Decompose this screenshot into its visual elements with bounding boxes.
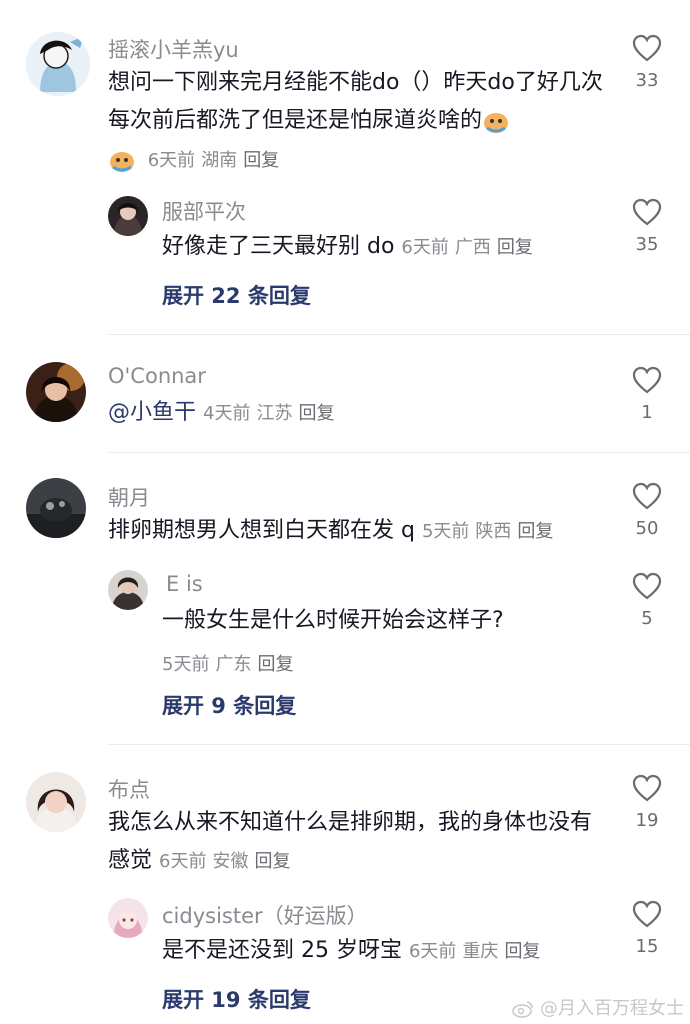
- comment-content: 好像走了三天最好别 do: [162, 234, 395, 259]
- like-button[interactable]: 15: [617, 900, 677, 957]
- timestamp: 6天前: [401, 237, 449, 258]
- like-button[interactable]: 19: [617, 774, 677, 831]
- username[interactable]: 朝月: [108, 482, 150, 512]
- like-button[interactable]: 1: [617, 366, 677, 423]
- reply-button[interactable]: 回复: [254, 851, 290, 872]
- comment-text: 想问一下刚来完月经能不能do（）昨天do了好几次每次前后都洗了但是还是怕尿道炎啥…: [108, 64, 608, 140]
- timestamp: 5天前: [162, 654, 210, 675]
- comment-content: 一般女生是什么时候开始会这样子?: [162, 608, 504, 633]
- location: 湖南: [201, 150, 238, 171]
- expand-replies-link[interactable]: 展开 19 条回复: [162, 984, 311, 1014]
- divider: [108, 452, 690, 453]
- comment-text: 我怎么从来不知道什么是排卵期，我的身体也没有感觉 6天前 安徽 回复: [108, 804, 608, 881]
- username[interactable]: 摇滚小羊羔yu: [108, 34, 239, 64]
- timestamp: 4天前: [203, 403, 251, 424]
- location: 重庆: [462, 941, 499, 962]
- username[interactable]: 服部平次: [162, 196, 246, 226]
- username[interactable]: 布点: [108, 774, 150, 804]
- timestamp: 6天前: [147, 150, 196, 171]
- username[interactable]: O'Connar: [108, 364, 206, 388]
- avatar[interactable]: [26, 32, 90, 96]
- like-button[interactable]: 35: [617, 198, 677, 255]
- reply-button[interactable]: 回复: [243, 150, 279, 171]
- comment-meta: 6天前 湖南 回复: [108, 146, 285, 173]
- comment-text: 排卵期想男人想到白天都在发 q 5天前 陕西 回复: [108, 512, 608, 551]
- comment-content: 排卵期想男人想到白天都在发 q: [108, 518, 415, 543]
- like-count: 33: [635, 70, 659, 91]
- heart-outline-icon: [632, 34, 662, 62]
- like-button[interactable]: 33: [617, 34, 677, 91]
- avatar[interactable]: [108, 570, 148, 610]
- timestamp: 5天前: [421, 521, 470, 542]
- heart-outline-icon: [632, 198, 662, 226]
- comment-content: 想问一下刚来完月经能不能do（）昨天do了好几次每次前后都洗了但是还是怕尿道炎啥…: [108, 70, 603, 133]
- avatar[interactable]: [108, 898, 148, 938]
- crying-emoji-icon: [482, 109, 510, 133]
- mention-link[interactable]: @小鱼干: [108, 400, 196, 425]
- location: 广东: [215, 654, 252, 675]
- timestamp: 6天前: [408, 941, 457, 962]
- location: 广西: [454, 237, 491, 258]
- reply-button[interactable]: 回复: [257, 654, 293, 675]
- divider: [108, 744, 690, 745]
- username[interactable]: E is: [166, 572, 203, 596]
- avatar[interactable]: [26, 478, 86, 538]
- timestamp: 6天前: [159, 851, 207, 872]
- reply-button[interactable]: 回复: [504, 941, 540, 962]
- heart-outline-icon: [632, 900, 662, 928]
- like-button[interactable]: 5: [617, 572, 677, 629]
- divider: [108, 334, 690, 335]
- expand-replies-link[interactable]: 展开 22 条回复: [162, 280, 311, 310]
- like-count: 15: [635, 936, 659, 957]
- heart-outline-icon: [632, 482, 662, 510]
- watermark-text: @月入百万程女士: [540, 998, 684, 1019]
- watermark: @月入百万程女士: [512, 994, 684, 1020]
- like-count: 35: [635, 234, 659, 255]
- avatar[interactable]: [26, 362, 86, 422]
- avatar[interactable]: [26, 772, 86, 832]
- comment-content: 是不是还没到 25 岁呀宝: [162, 938, 402, 963]
- expand-replies-link[interactable]: 展开 9 条回复: [162, 690, 296, 720]
- weibo-logo-icon: [512, 1001, 534, 1018]
- reply-button[interactable]: 回复: [298, 403, 334, 424]
- username[interactable]: cidysister（好运版）: [162, 900, 368, 930]
- comment-meta: 5天前 广东 回复: [162, 650, 299, 676]
- location: 陕西: [475, 521, 512, 542]
- reply-text: 是不是还没到 25 岁呀宝 6天前 重庆 回复: [162, 932, 602, 971]
- reply-button[interactable]: 回复: [517, 521, 553, 542]
- avatar[interactable]: [108, 196, 148, 236]
- heart-outline-icon: [632, 572, 662, 600]
- reply-text: 一般女生是什么时候开始会这样子?: [162, 602, 602, 640]
- reply-button[interactable]: 回复: [497, 237, 533, 258]
- like-count: 1: [641, 402, 653, 423]
- comment-text: @小鱼干 4天前 江苏 回复: [108, 394, 608, 433]
- like-button[interactable]: 50: [617, 482, 677, 539]
- crying-emoji-icon: [108, 149, 136, 173]
- like-count: 19: [635, 810, 659, 831]
- heart-outline-icon: [632, 366, 662, 394]
- location: 安徽: [212, 851, 249, 872]
- like-count: 50: [635, 518, 659, 539]
- heart-outline-icon: [632, 774, 662, 802]
- location: 江苏: [256, 403, 293, 424]
- like-count: 5: [641, 608, 653, 629]
- reply-text: 好像走了三天最好别 do 6天前 广西 回复: [162, 228, 602, 267]
